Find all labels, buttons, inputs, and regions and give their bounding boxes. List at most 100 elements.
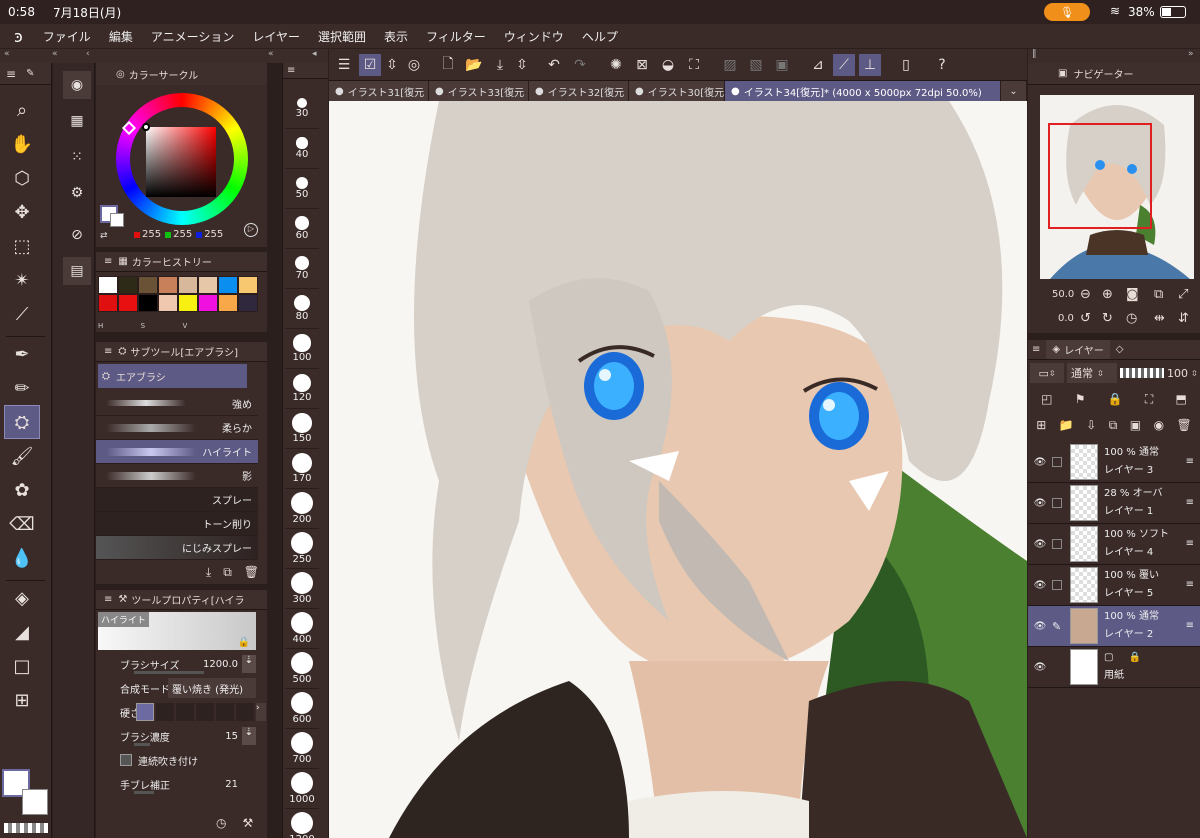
history-swatch[interactable] bbox=[178, 294, 198, 312]
brush-size-item[interactable]: 40 bbox=[285, 129, 319, 169]
clip-icon[interactable]: ◰ bbox=[1041, 392, 1052, 406]
hardness-row[interactable]: 硬さ › bbox=[106, 700, 266, 724]
blend-mode-select[interactable]: 通常 ⇳ bbox=[1067, 363, 1117, 383]
zoom-in-icon[interactable]: ⊕ bbox=[1102, 287, 1113, 302]
blend-tool[interactable]: 💧 bbox=[4, 541, 40, 575]
new-layer-icon[interactable]: ⊞ bbox=[1036, 418, 1046, 432]
layer-row-paper[interactable]: 👁 ▢ 🔒 用紙 bbox=[1028, 647, 1200, 688]
history-swatch[interactable] bbox=[138, 294, 158, 312]
canvas[interactable] bbox=[329, 101, 1027, 838]
hue-marker[interactable] bbox=[121, 120, 137, 136]
stepper-button[interactable]: ⇳ bbox=[385, 54, 399, 76]
continuous-row[interactable]: 連続吹き付け bbox=[106, 748, 256, 772]
hue-ring[interactable] bbox=[116, 93, 248, 225]
history-swatch[interactable] bbox=[198, 294, 218, 312]
blend-mode-select[interactable]: 覆い焼き (発光) bbox=[168, 678, 256, 698]
rotate-left-icon[interactable]: ↺ bbox=[1080, 311, 1091, 326]
clock-icon[interactable]: ◷ bbox=[216, 816, 226, 830]
history-swatch[interactable] bbox=[238, 276, 258, 294]
menu-icon[interactable]: ≡ bbox=[1032, 344, 1040, 355]
undo-button[interactable]: ↶ bbox=[543, 54, 565, 76]
layer-check[interactable] bbox=[1052, 498, 1062, 508]
history-swatch[interactable] bbox=[138, 276, 158, 294]
brush-size-item[interactable]: 150 bbox=[285, 409, 319, 449]
tab-illust-30[interactable]: ● イラスト30[復元 bbox=[629, 81, 725, 101]
menu-filter[interactable]: フィルター bbox=[426, 28, 486, 45]
lock-transparent-icon[interactable]: ⛶ bbox=[1145, 392, 1153, 407]
fullscreen-icon[interactable]: ⤢ bbox=[1178, 287, 1188, 302]
menu-icon[interactable]: ≡ bbox=[104, 594, 112, 605]
menu-icon[interactable]: ≡ bbox=[104, 256, 112, 267]
smartphone-button[interactable]: ▯ bbox=[895, 54, 917, 76]
subtool-item-highlight[interactable]: ハイライト bbox=[96, 440, 258, 464]
layer-color-select[interactable]: ▭ ⇳ bbox=[1030, 363, 1064, 383]
tabs-dropdown[interactable]: ⌄ bbox=[1001, 81, 1027, 101]
pencil-tool[interactable]: ✏ bbox=[4, 371, 40, 405]
menu-view[interactable]: 表示 bbox=[384, 28, 408, 45]
actual-size-icon[interactable]: ⧉ bbox=[1154, 287, 1163, 302]
nav-toggle[interactable]: ⊘ bbox=[63, 221, 91, 249]
drag-handle-icon[interactable]: ≡ bbox=[1186, 456, 1194, 467]
lock-icon[interactable]: 🔒 bbox=[1108, 392, 1123, 406]
history-swatch[interactable] bbox=[178, 276, 198, 294]
zoom-out-icon[interactable]: ⊖ bbox=[1080, 287, 1091, 302]
help-button[interactable]: ? bbox=[931, 54, 953, 76]
fill-button[interactable]: ◒ bbox=[657, 54, 679, 76]
layer-check[interactable] bbox=[1052, 539, 1062, 549]
layer-row-1[interactable]: 👁 28 % オーバ レイヤー 1 ≡ bbox=[1028, 483, 1200, 524]
snap-button[interactable]: ⊥ bbox=[859, 53, 881, 76]
history-swatch[interactable] bbox=[238, 294, 258, 312]
menu-layer[interactable]: レイヤー bbox=[252, 28, 300, 45]
menu-icon[interactable]: ≡ bbox=[287, 65, 295, 76]
navigator-view-rect[interactable] bbox=[1048, 123, 1152, 229]
history-swatch[interactable] bbox=[158, 276, 178, 294]
brush-size-item[interactable]: 600 bbox=[285, 689, 319, 729]
operation-tool[interactable]: ⬡ bbox=[4, 161, 40, 195]
menu-edit[interactable]: 編集 bbox=[109, 28, 133, 45]
menu-animation[interactable]: アニメーション bbox=[151, 28, 235, 45]
new-folder-icon[interactable]: 📁 bbox=[1059, 418, 1074, 432]
subtool-group-airbrush[interactable]: ⛭ エアブラシ bbox=[98, 364, 247, 388]
copy-to-icon[interactable]: ⤓ bbox=[206, 565, 211, 580]
blend-mode-row[interactable]: 合成モード 覆い焼き (発光) bbox=[106, 676, 256, 700]
eye-icon[interactable]: 👁 bbox=[1028, 662, 1052, 673]
subtool-item-strong[interactable]: 強め bbox=[96, 392, 258, 416]
ruler-button[interactable]: ⊿ bbox=[807, 54, 829, 76]
menu-window[interactable]: ウィンドウ bbox=[504, 28, 564, 45]
history-swatch[interactable] bbox=[118, 276, 138, 294]
subtool-toggle[interactable]: ⁙ bbox=[63, 143, 91, 171]
brush-size-item[interactable]: 250 bbox=[285, 529, 319, 569]
layer-row-2[interactable]: 👁 ✎ 100 % 通常 レイヤー 2 ≡ bbox=[1028, 606, 1200, 647]
brush-size-item[interactable]: 100 bbox=[285, 329, 319, 369]
hand-tool[interactable]: ✋ bbox=[4, 127, 40, 161]
transparent-color[interactable] bbox=[4, 823, 48, 833]
menu-icon[interactable]: ≡ bbox=[6, 67, 16, 81]
fill-tool[interactable]: ◈ bbox=[4, 581, 40, 615]
sub-color-swatch[interactable] bbox=[22, 789, 48, 815]
reference-icon[interactable]: ⚑ bbox=[1075, 392, 1086, 406]
stabilize-row[interactable]: 手ブレ補正 21 bbox=[106, 772, 256, 796]
brush-size-item[interactable]: 170 bbox=[285, 449, 319, 489]
merge-down-icon[interactable]: ⇩ bbox=[1086, 418, 1096, 432]
eye-icon[interactable]: 👁 bbox=[1028, 457, 1052, 468]
lock-icon[interactable]: 🔒 bbox=[238, 637, 250, 648]
new-file-button[interactable]: 🗋 bbox=[437, 54, 459, 76]
play-circle-icon[interactable]: ▷ bbox=[244, 223, 258, 237]
continuous-checkbox[interactable] bbox=[120, 754, 132, 766]
layer-row-4[interactable]: 👁 100 % ソフト レイヤー 4 ≡ bbox=[1028, 524, 1200, 565]
density-row[interactable]: ブラシ濃度 15 ⇣ bbox=[106, 724, 256, 748]
deselect-button[interactable]: ▨ bbox=[719, 54, 741, 76]
material-tab-icon[interactable]: ◇ bbox=[1116, 344, 1124, 355]
brush-size-item[interactable]: 50 bbox=[285, 169, 319, 209]
drag-handle-icon[interactable]: ≡ bbox=[1186, 620, 1194, 631]
eye-icon[interactable]: 👁 bbox=[1028, 498, 1052, 509]
brush-size-item[interactable]: 500 bbox=[285, 649, 319, 689]
saturation-value-square[interactable] bbox=[146, 127, 216, 197]
eraser-tool[interactable]: ⌫ bbox=[4, 507, 40, 541]
history-swatch[interactable] bbox=[118, 294, 138, 312]
collapse-strip-right[interactable]: ‖» bbox=[1028, 49, 1200, 63]
rotate-right-icon[interactable]: ↻ bbox=[1102, 311, 1113, 326]
lock-icon[interactable]: 🔒 bbox=[1129, 652, 1141, 663]
brush-size-item[interactable]: 1200 bbox=[285, 809, 319, 838]
pen-tool[interactable]: ✒ bbox=[4, 337, 40, 371]
